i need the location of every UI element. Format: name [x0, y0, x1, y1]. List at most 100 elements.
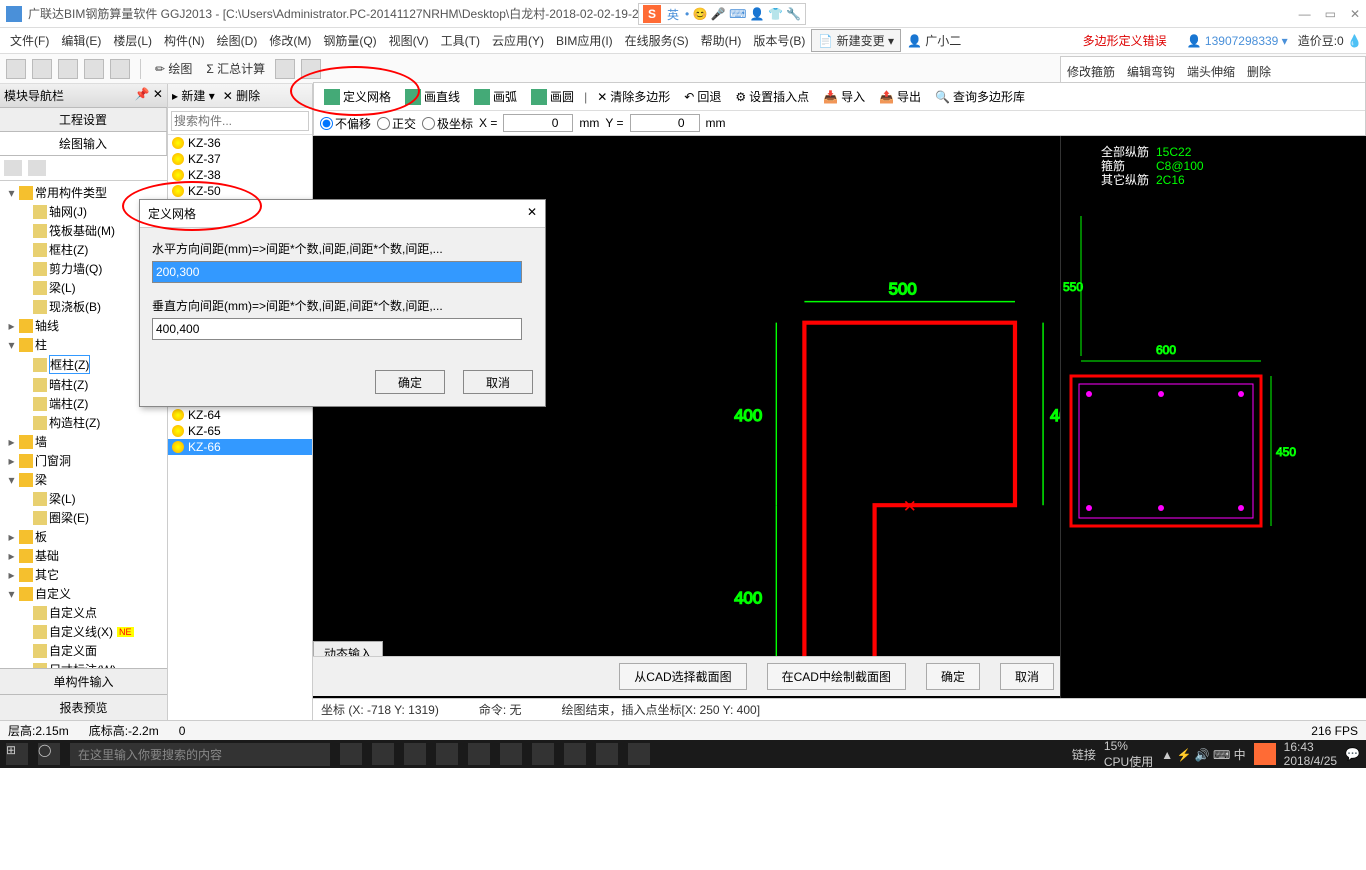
tree-node[interactable]: 梁(L): [2, 489, 165, 508]
cortana-icon[interactable]: ◯: [38, 743, 60, 765]
draw-arc-button[interactable]: 画弧: [470, 86, 521, 107]
taskbar-search[interactable]: 在这里输入你要搜索的内容: [70, 743, 330, 766]
comp-new-button[interactable]: ▸ 新建 ▾: [172, 87, 215, 104]
windows-taskbar[interactable]: ⊞ ◯ 在这里输入你要搜索的内容 链接 15%CPU使用 ▲ ⚡ 🔊 ⌨ 中 1…: [0, 740, 1366, 768]
undo-poly-button[interactable]: ↶ 回退: [680, 86, 725, 107]
tree-node[interactable]: ▾自定义: [2, 584, 165, 603]
report-preview-button[interactable]: 报表预览: [0, 694, 167, 720]
draw-label[interactable]: ✏ 绘图: [151, 60, 196, 77]
tree-node[interactable]: ▸墙: [2, 432, 165, 451]
dialog-ok-button[interactable]: 确定: [375, 370, 445, 394]
component-item[interactable]: KZ-66: [168, 439, 312, 455]
query-lib-button[interactable]: 🔍 查询多边形库: [931, 86, 1029, 107]
end-extend-button[interactable]: 端头伸缩: [1187, 63, 1235, 80]
dialog-close-icon[interactable]: ✕: [527, 205, 537, 222]
cad-cancel-button[interactable]: 取消: [1000, 663, 1054, 690]
h-spacing-input[interactable]: [152, 261, 522, 283]
edge-icon[interactable]: [436, 743, 458, 765]
tab-project[interactable]: 工程设置: [0, 108, 167, 131]
tree-node[interactable]: 构造柱(Z): [2, 413, 165, 432]
component-item[interactable]: KZ-38: [168, 167, 312, 183]
dialog-cancel-button[interactable]: 取消: [463, 370, 533, 394]
define-grid-button[interactable]: 定义网格: [320, 86, 395, 107]
save-icon[interactable]: [58, 59, 78, 79]
tree-node[interactable]: ▸基础: [2, 546, 165, 565]
set-insert-button[interactable]: ⚙ 设置插入点: [731, 86, 813, 107]
menu-draw[interactable]: 绘图(D): [211, 29, 264, 52]
export-button[interactable]: 📤 导出: [875, 86, 925, 107]
app3-icon[interactable]: [468, 743, 490, 765]
app6-icon[interactable]: [628, 743, 650, 765]
single-input-button[interactable]: 单构件输入: [0, 668, 167, 694]
edit-hook-button[interactable]: 编辑弯钩: [1127, 63, 1175, 80]
maximize-icon[interactable]: ▭: [1325, 7, 1336, 21]
menu-tools[interactable]: 工具(T): [435, 29, 486, 52]
menu-cloud[interactable]: 云应用(Y): [486, 29, 550, 52]
app5-icon[interactable]: [596, 743, 618, 765]
redo-icon[interactable]: [110, 59, 130, 79]
menu-floor[interactable]: 楼层(L): [107, 29, 158, 52]
section-canvas[interactable]: 全部纵筋15C22 箍筋C8@100 其它纵筋2C16 550 600 450: [1060, 136, 1366, 720]
sum-label[interactable]: Σ 汇总计算: [202, 60, 269, 77]
clock[interactable]: 16:432018/4/25: [1284, 740, 1337, 768]
component-item[interactable]: KZ-36: [168, 135, 312, 151]
menu-bim[interactable]: BIM应用(I): [550, 29, 619, 52]
polar-radio[interactable]: 极坐标: [422, 115, 473, 132]
delete-button[interactable]: 删除: [1247, 63, 1271, 80]
new-change-button[interactable]: 📄 新建变更 ▾: [811, 29, 901, 52]
ortho-radio[interactable]: 正交: [377, 115, 416, 132]
open-icon[interactable]: [32, 59, 52, 79]
v-spacing-input[interactable]: [152, 318, 522, 340]
cad-select-button[interactable]: 从CAD选择截面图: [619, 663, 746, 690]
app4-icon[interactable]: [564, 743, 586, 765]
menu-view[interactable]: 视图(V): [383, 29, 435, 52]
component-item[interactable]: KZ-37: [168, 151, 312, 167]
tray-icons[interactable]: ▲ ⚡ 🔊 ⌨ 中: [1161, 746, 1245, 763]
no-offset-radio[interactable]: 不偏移: [320, 115, 371, 132]
mod-stirrup-button[interactable]: 修改箍筋: [1067, 63, 1115, 80]
menu-modify[interactable]: 修改(M): [263, 29, 317, 52]
explorer-icon[interactable]: [532, 743, 554, 765]
sogou-icon[interactable]: [1254, 743, 1276, 765]
notifications-icon[interactable]: 💬: [1345, 747, 1360, 761]
menu-edit[interactable]: 编辑(E): [55, 29, 107, 52]
close-icon[interactable]: ✕: [1350, 7, 1360, 21]
x-input[interactable]: [503, 114, 573, 132]
draw-line-button[interactable]: 画直线: [401, 86, 464, 107]
tree-node[interactable]: 自定义面: [2, 641, 165, 660]
tree-node[interactable]: 自定义线(X)NE: [2, 622, 165, 641]
component-item[interactable]: KZ-64: [168, 407, 312, 423]
tree-node[interactable]: ▸门窗洞: [2, 451, 165, 470]
comp-search-input[interactable]: [171, 111, 309, 131]
menu-component[interactable]: 构件(N): [158, 29, 211, 52]
taskview-icon[interactable]: [340, 743, 362, 765]
tree-node[interactable]: ▾梁: [2, 470, 165, 489]
ime-bar[interactable]: S 英 • 😊 🎤 ⌨ 👤 👕 🔧: [638, 3, 806, 25]
undo-icon[interactable]: [84, 59, 104, 79]
tab-draw-input[interactable]: 绘图输入: [0, 132, 167, 155]
tree-node[interactable]: ▸板: [2, 527, 165, 546]
clear-poly-button[interactable]: ✕ 清除多边形: [593, 86, 674, 107]
comp-delete-button[interactable]: ✕ 删除: [223, 87, 260, 104]
cad-ok-button[interactable]: 确定: [926, 663, 980, 690]
tree-node[interactable]: 自定义点: [2, 603, 165, 622]
minimize-icon[interactable]: —: [1299, 7, 1311, 21]
menu-help[interactable]: 帮助(H): [695, 29, 748, 52]
start-icon[interactable]: ⊞: [6, 743, 28, 765]
menu-version[interactable]: 版本号(B): [747, 29, 811, 52]
tool-a-icon[interactable]: [275, 59, 295, 79]
tool-b-icon[interactable]: [301, 59, 321, 79]
cad-draw-button[interactable]: 在CAD中绘制截面图: [767, 663, 906, 690]
ie-icon[interactable]: [500, 743, 522, 765]
menu-online[interactable]: 在线服务(S): [619, 29, 695, 52]
component-item[interactable]: KZ-50: [168, 183, 312, 199]
y-input[interactable]: [630, 114, 700, 132]
mini-icon-2[interactable]: [28, 160, 46, 176]
phone-label[interactable]: 👤 13907298339 ▾: [1187, 34, 1288, 48]
new-file-icon[interactable]: [6, 59, 26, 79]
mini-icon-1[interactable]: [4, 160, 22, 176]
import-button[interactable]: 📥 导入: [819, 86, 869, 107]
app2-icon[interactable]: [404, 743, 426, 765]
user-label[interactable]: 👤 广小二: [901, 29, 967, 52]
draw-circle-button[interactable]: 画圆: [527, 86, 578, 107]
